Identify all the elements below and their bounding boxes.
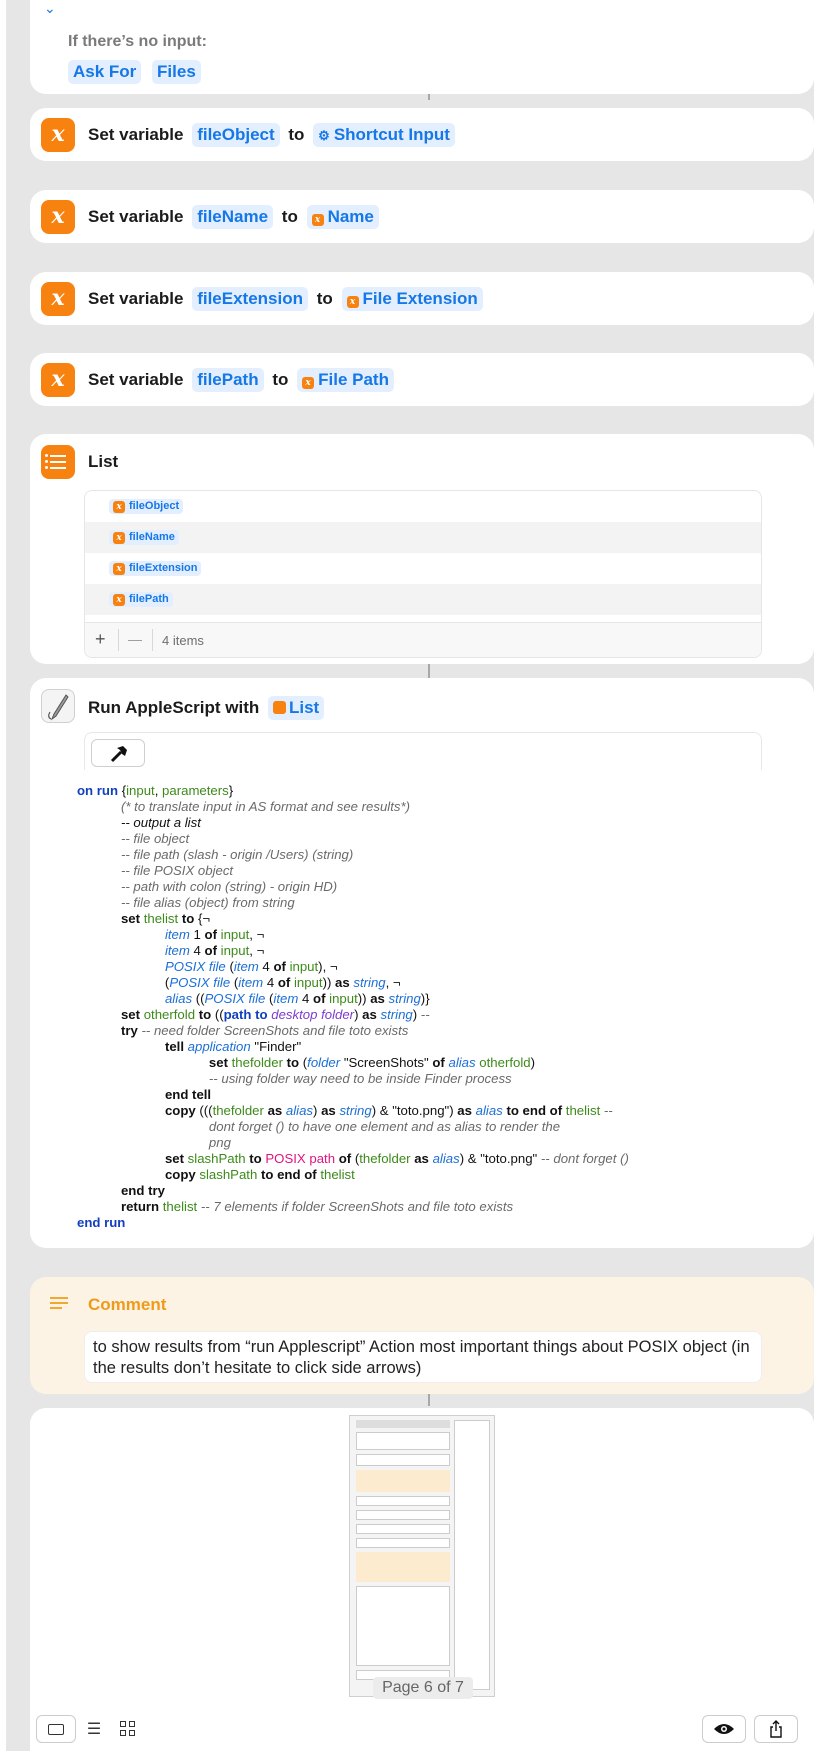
set-variable-action[interactable]: x Set variable fileName to x Name bbox=[30, 190, 814, 243]
list-items: x fileObject x fileName x fileExtension x fi… bbox=[84, 490, 762, 658]
list-item-label: fileObject bbox=[129, 500, 180, 512]
applescript-icon bbox=[41, 689, 75, 723]
to-label: to bbox=[316, 289, 333, 308]
x-variable-icon: x bbox=[113, 532, 125, 544]
x-variable-icon: x bbox=[41, 363, 75, 397]
list-footer: + — 4 items bbox=[85, 622, 761, 657]
value-token[interactable]: x File Extension bbox=[341, 287, 483, 311]
x-variable-icon: x bbox=[41, 118, 75, 152]
variable-token[interactable]: fileName bbox=[192, 205, 274, 229]
x-variable-icon: x bbox=[113, 501, 125, 513]
add-item-button[interactable]: + bbox=[95, 629, 106, 650]
list-title: List bbox=[88, 452, 119, 471]
item-count: 4 items bbox=[162, 633, 204, 648]
list-item[interactable]: x fileName bbox=[85, 522, 761, 553]
list-input-token[interactable]: List bbox=[268, 696, 325, 720]
connector bbox=[428, 664, 430, 678]
script-title: Run AppleScript with bbox=[88, 698, 260, 717]
variable-token[interactable]: fileObject bbox=[192, 123, 280, 147]
comment-action[interactable]: Comment to show results from “run Apples… bbox=[30, 1277, 814, 1394]
list-item-label: fileName bbox=[129, 531, 175, 543]
x-variable-icon: x bbox=[311, 214, 324, 226]
single-page-icon bbox=[48, 1723, 64, 1735]
share-button[interactable] bbox=[754, 1715, 798, 1743]
list-icon bbox=[273, 701, 286, 714]
comment-text[interactable]: to show results from “run Applescript” A… bbox=[84, 1331, 762, 1383]
ask-for-token[interactable]: Ask For bbox=[68, 60, 142, 84]
token-label: List bbox=[289, 698, 320, 717]
set-variable-action[interactable]: x Set variable fileExtension to x File Ex… bbox=[30, 272, 814, 325]
list-item[interactable]: x filePath bbox=[85, 584, 761, 615]
action-label: Set variable bbox=[88, 289, 184, 308]
list-icon bbox=[41, 445, 75, 479]
eye-icon bbox=[714, 1724, 734, 1734]
preview-thumbnail[interactable] bbox=[349, 1415, 495, 1697]
divider bbox=[152, 629, 153, 651]
quicklook-preview: Page 6 of 7 ☰ bbox=[30, 1408, 814, 1751]
list-item-label: filePath bbox=[129, 593, 169, 605]
quicklook-button[interactable] bbox=[702, 1715, 746, 1743]
applescript-code[interactable]: on run {input, parameters} (* to transla… bbox=[77, 783, 629, 1231]
share-icon bbox=[770, 1720, 782, 1738]
compile-button[interactable] bbox=[91, 739, 145, 767]
list-item[interactable]: x fileExtension bbox=[85, 553, 761, 584]
x-variable-icon: x bbox=[113, 563, 125, 575]
action-label: Set variable bbox=[88, 370, 184, 389]
value-token[interactable]: ⚙ Shortcut Input bbox=[313, 123, 455, 147]
x-variable-icon: x bbox=[346, 296, 359, 308]
list-view-icon: ☰ bbox=[86, 1721, 102, 1738]
shortcut-input-card: ⌄ If there’s no input: Ask For Files bbox=[30, 0, 814, 94]
set-variable-action[interactable]: x Set variable filePath to x File Path bbox=[30, 353, 814, 406]
page-indicator: Page 6 of 7 bbox=[373, 1677, 473, 1699]
x-variable-icon: x bbox=[41, 200, 75, 234]
script-toolbar bbox=[84, 732, 762, 770]
set-variable-action[interactable]: x Set variable fileObject to ⚙ Shortcut I… bbox=[30, 108, 814, 161]
value-label: File Path bbox=[318, 370, 389, 389]
hammer-icon bbox=[110, 746, 127, 763]
x-variable-icon: x bbox=[41, 282, 75, 316]
x-variable-icon: x bbox=[302, 377, 315, 389]
to-label: to bbox=[281, 207, 298, 226]
shortcut-input-icon: ⚙ bbox=[318, 128, 330, 143]
divider bbox=[118, 629, 119, 651]
files-token[interactable]: Files bbox=[152, 60, 201, 84]
value-label: Shortcut Input bbox=[333, 125, 450, 144]
comment-icon bbox=[50, 1297, 68, 1312]
x-variable-icon: x bbox=[113, 594, 125, 606]
list-view-button[interactable]: ☰ bbox=[80, 1715, 108, 1743]
chevron-icon[interactable]: ⌄ bbox=[44, 0, 56, 17]
single-page-view-button[interactable] bbox=[36, 1715, 76, 1743]
grid-view-button[interactable] bbox=[114, 1715, 142, 1743]
value-label: Name bbox=[327, 207, 374, 226]
list-item-label: fileExtension bbox=[129, 562, 198, 574]
value-label: File Extension bbox=[362, 289, 478, 308]
connector bbox=[428, 1392, 430, 1406]
no-input-heading: If there’s no input: bbox=[68, 33, 207, 50]
comment-title: Comment bbox=[88, 1295, 167, 1314]
to-label: to bbox=[288, 125, 305, 144]
action-label: Set variable bbox=[88, 207, 184, 226]
value-token[interactable]: x Name bbox=[306, 205, 379, 229]
variable-token[interactable]: fileExtension bbox=[192, 287, 308, 311]
value-token[interactable]: x File Path bbox=[297, 368, 394, 392]
remove-item-button[interactable]: — bbox=[128, 631, 142, 647]
grid-view-icon bbox=[120, 1721, 136, 1737]
list-item[interactable]: x fileObject bbox=[85, 491, 761, 522]
action-label: Set variable bbox=[88, 125, 184, 144]
to-label: to bbox=[272, 370, 289, 389]
variable-token[interactable]: filePath bbox=[192, 368, 264, 392]
